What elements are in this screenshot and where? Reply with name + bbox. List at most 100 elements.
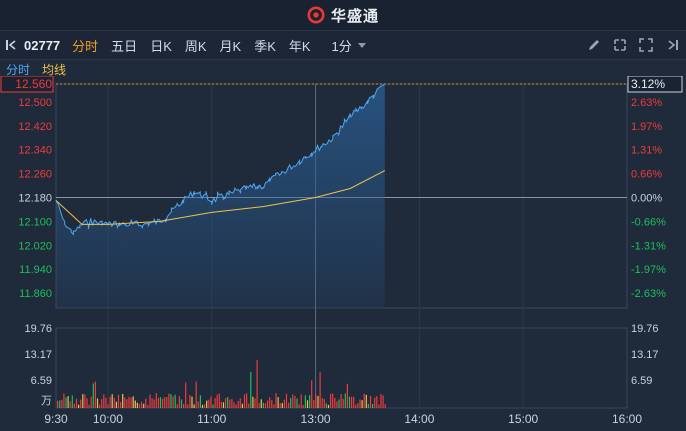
toolbar-tools bbox=[586, 31, 680, 59]
pct-tick-label: 1.97% bbox=[631, 121, 662, 133]
pct-tick-label: 1.31% bbox=[631, 145, 662, 157]
volume-tick-label: 19.76 bbox=[631, 323, 659, 335]
volume-bar bbox=[176, 404, 178, 408]
volume-bar bbox=[315, 394, 317, 408]
volume-bar bbox=[141, 401, 143, 408]
volume-bar bbox=[260, 399, 262, 408]
volume-bar bbox=[363, 393, 365, 408]
volume-bar bbox=[372, 404, 374, 408]
tab-weekly-k[interactable]: 周K bbox=[185, 36, 207, 55]
draw-pen-icon[interactable] bbox=[586, 37, 602, 53]
volume-bar bbox=[111, 394, 113, 408]
pct-tick-label: -2.63% bbox=[631, 288, 666, 300]
volume-bar bbox=[109, 396, 111, 408]
volume-bar bbox=[107, 404, 109, 408]
volume-bar bbox=[292, 394, 294, 408]
volume-bar bbox=[296, 398, 298, 408]
tab-yearly-k[interactable]: 年K bbox=[289, 36, 311, 55]
volume-bar bbox=[199, 395, 201, 408]
time-tick-label: 16:00 bbox=[612, 412, 642, 426]
volume-bar bbox=[180, 399, 183, 408]
pct-tick-label: -1.97% bbox=[631, 264, 666, 276]
price-tick-label: 12.420 bbox=[18, 121, 52, 133]
volume-bar bbox=[99, 404, 101, 408]
volume-bar bbox=[120, 402, 122, 408]
volume-bar bbox=[88, 404, 90, 408]
volume-bar bbox=[61, 399, 63, 408]
volume-bar bbox=[254, 398, 256, 408]
time-tick-label: 13:00 bbox=[301, 412, 331, 426]
volume-tick-label: 6.59 bbox=[631, 375, 652, 387]
volume-bar bbox=[65, 397, 67, 408]
settings-icon[interactable] bbox=[612, 37, 628, 53]
volume-tick-label: 13.17 bbox=[631, 349, 659, 361]
volume-bar bbox=[195, 381, 197, 408]
volume-bar bbox=[384, 404, 386, 408]
volume-bar bbox=[355, 404, 357, 408]
volume-bar bbox=[90, 396, 92, 408]
volume-bar bbox=[271, 400, 273, 408]
volume-bar bbox=[170, 394, 172, 408]
volume-bar bbox=[309, 395, 311, 408]
volume-bar bbox=[367, 403, 369, 408]
volume-bar bbox=[300, 394, 302, 408]
volume-bar bbox=[222, 402, 225, 408]
volume-bar bbox=[147, 404, 149, 408]
pct-tick-label: 3.12% bbox=[631, 77, 665, 91]
volume-bar bbox=[155, 393, 157, 408]
tab-quarterly-k[interactable]: 季K bbox=[254, 36, 276, 55]
volume-bar bbox=[246, 393, 248, 408]
price-tick-label: 12.260 bbox=[18, 169, 52, 181]
volume-bar bbox=[256, 360, 258, 408]
volume-bar bbox=[288, 402, 290, 408]
time-tick-label: 14:00 bbox=[404, 412, 434, 426]
volume-bar bbox=[193, 404, 195, 408]
volume-bar bbox=[206, 400, 208, 408]
volume-bar bbox=[166, 397, 168, 408]
tab-intraday[interactable]: 分时 bbox=[72, 36, 98, 55]
panel-toggle-icon[interactable] bbox=[664, 37, 680, 53]
interval-select[interactable]: 1分 bbox=[332, 36, 366, 55]
volume-bar bbox=[317, 396, 319, 408]
volume-bar bbox=[298, 404, 300, 408]
chart-toolbar: 02777 分时 五日 日K 周K 月K 季K 年K 1分 bbox=[0, 31, 686, 60]
volume-bar bbox=[376, 396, 378, 408]
volume-bar bbox=[145, 398, 147, 408]
collapse-sidebar-icon[interactable] bbox=[0, 38, 24, 52]
tab-five-day[interactable]: 五日 bbox=[111, 36, 137, 55]
volume-bar bbox=[151, 398, 153, 408]
volume-bar bbox=[243, 394, 246, 408]
volume-bar bbox=[84, 394, 86, 408]
volume-bar bbox=[103, 394, 105, 408]
volume-bar bbox=[153, 399, 155, 408]
volume-bar bbox=[380, 394, 382, 408]
volume-bar bbox=[187, 404, 189, 408]
volume-bar bbox=[149, 394, 151, 408]
volume-bar bbox=[138, 403, 141, 408]
fullscreen-icon[interactable] bbox=[638, 37, 654, 53]
intraday-chart[interactable]: 12.560 12.500 12.420 12.340 12.260 12.180 12.1… bbox=[0, 76, 686, 431]
volume-bar bbox=[277, 397, 279, 408]
volume-bar bbox=[258, 402, 260, 408]
volume-bar bbox=[302, 405, 304, 408]
time-tick-label: 9:30 bbox=[44, 412, 68, 426]
volume-bar bbox=[75, 398, 78, 408]
volume-tick-label: 19.76 bbox=[24, 323, 52, 335]
volume-bar bbox=[348, 396, 351, 408]
volume-bar bbox=[281, 403, 283, 408]
volume-bar bbox=[136, 402, 138, 408]
volume-bar bbox=[334, 397, 336, 408]
volume-bar bbox=[191, 396, 193, 408]
volume-bar bbox=[342, 398, 344, 408]
volume-bar bbox=[279, 403, 281, 408]
time-tick-label: 10:00 bbox=[93, 412, 123, 426]
pct-tick-label: 2.63% bbox=[631, 97, 662, 109]
volume-bar bbox=[212, 404, 214, 408]
volume-bar bbox=[117, 394, 120, 408]
volume-bar bbox=[126, 399, 128, 408]
tab-monthly-k[interactable]: 月K bbox=[220, 36, 242, 55]
volume-bar bbox=[250, 371, 252, 408]
volume-bar bbox=[227, 397, 229, 408]
tab-daily-k[interactable]: 日K bbox=[150, 36, 172, 55]
volume-bar bbox=[294, 395, 296, 408]
